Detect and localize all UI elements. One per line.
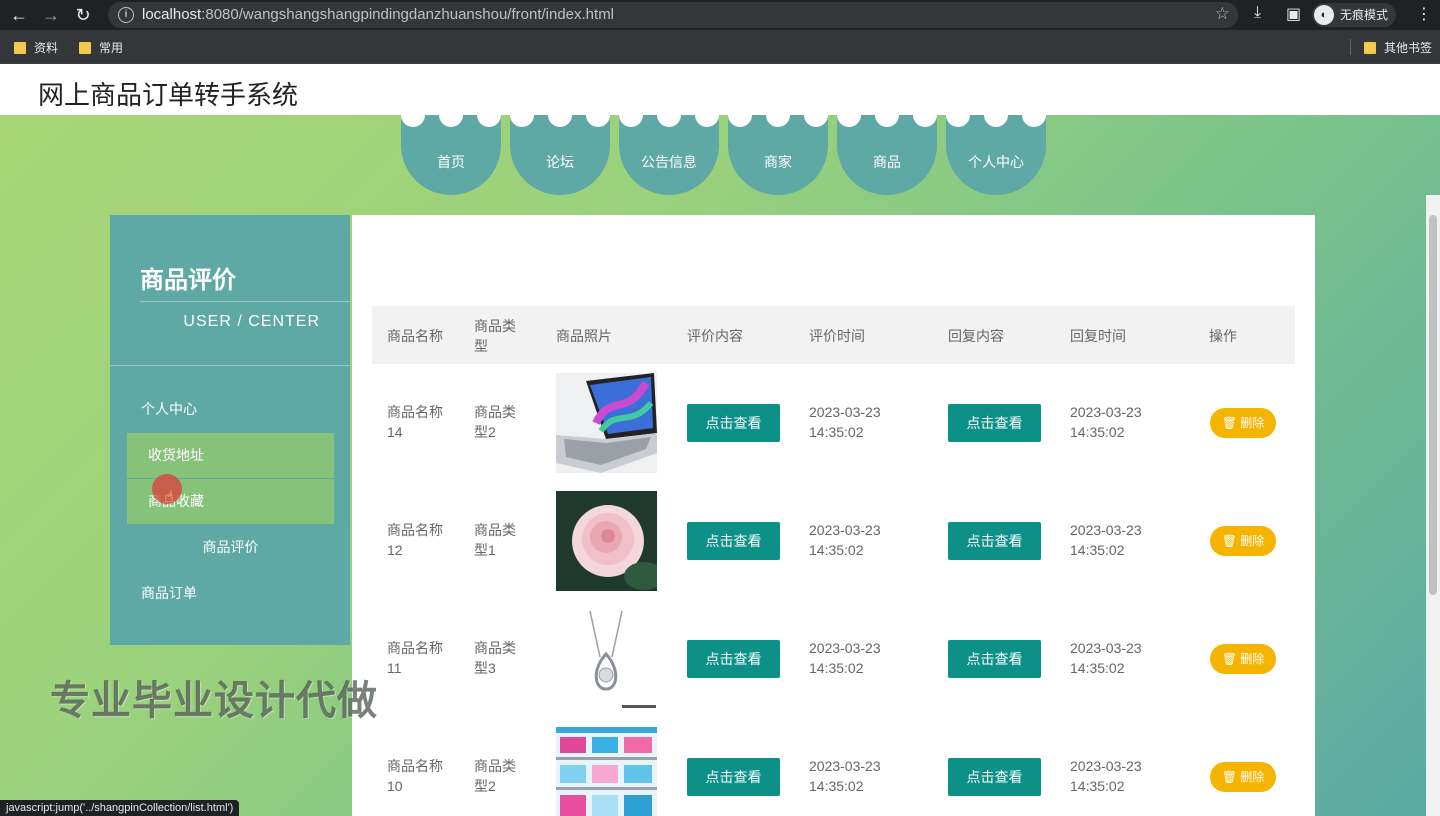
bookmark-folder-2[interactable]: 常用	[79, 39, 123, 56]
view-review-button[interactable]: 点击查看	[687, 758, 780, 796]
download-icon[interactable]: ⤓	[1254, 4, 1261, 22]
sidebar: 商品评价 USER / CENTER 个人中心 收货地址 商品收藏 商品评价 商…	[110, 215, 350, 645]
col-reply: 回复内容	[948, 328, 1004, 344]
sidebar-item-user-center[interactable]: 个人中心	[127, 387, 334, 432]
hand-cursor-icon: ☝	[164, 489, 174, 506]
sidebar-title: 商品评价	[140, 267, 236, 294]
incognito-label: 无痕模式	[1340, 8, 1389, 22]
view-review-button[interactable]: 点击查看	[687, 522, 780, 560]
product-photo-laptop	[556, 373, 657, 473]
site-header: 网上商品订单转手系统	[0, 65, 1440, 115]
col-reply-time: 回复时间	[1070, 328, 1126, 344]
reload-icon[interactable]: ↻	[72, 4, 94, 26]
delete-button[interactable]: 🗑 删除	[1210, 644, 1276, 674]
cell-reply-time: 2023-03-23 14:35:02	[1070, 404, 1142, 440]
back-arrow-icon[interactable]: ←	[8, 4, 30, 26]
page-scrollbar[interactable]	[1426, 195, 1440, 816]
site-title: 网上商品订单转手系统	[38, 80, 299, 110]
nav-product[interactable]: 商品	[837, 103, 937, 195]
table-row: 商品名称12 商品类型1 点击查看 2023-03-23 14:35:02 点击…	[372, 482, 1295, 600]
cell-time: 2023-03-23 14:35:02	[809, 522, 881, 558]
cell-time: 2023-03-23 14:35:02	[809, 404, 881, 440]
sidebar-subtitle: USER / CENTER	[183, 313, 320, 330]
trash-icon: 🗑	[1221, 770, 1241, 784]
menu-dots-icon[interactable]: ⋮	[1416, 4, 1432, 24]
address-bar[interactable]: i localhost:8080/wangshangshangpindingda…	[108, 2, 1238, 28]
content-panel: 商品名称 商品类型 商品照片 评价内容 评价时间 回复内容 回复时间 操作 商品…	[352, 215, 1315, 816]
col-name: 商品名称	[387, 328, 443, 344]
trash-icon: 🗑	[1221, 534, 1241, 548]
product-photo-shelf	[556, 727, 657, 816]
view-reply-button[interactable]: 点击查看	[948, 640, 1041, 678]
sidebar-item-address[interactable]: 收货地址	[127, 433, 334, 478]
table-row: 商品名称14 商品类型2 点击查看 2023-03-23 14:35:02 点击…	[372, 364, 1295, 482]
cell-time: 2023-03-23 14:35:02	[809, 640, 881, 676]
bookmark-folder-1[interactable]: 资料	[14, 39, 58, 56]
page: 网上商品订单转手系统 首页 论坛 公告信息 商家 商品 个人中心 商品评价 US…	[0, 65, 1440, 816]
cell-reply-time: 2023-03-23 14:35:02	[1070, 758, 1142, 794]
nav-home[interactable]: 首页	[401, 103, 501, 195]
main-nav: 首页 论坛 公告信息 商家 商品 个人中心	[401, 103, 1046, 195]
folder-icon	[14, 41, 26, 54]
col-action: 操作	[1209, 328, 1237, 344]
table-header: 商品名称 商品类型 商品照片 评价内容 评价时间 回复内容 回复时间 操作	[372, 306, 1295, 364]
table-row: 商品名称10 商品类型2 点击查看 2023-03-23 14:35:02 点击…	[372, 718, 1295, 816]
cell-type: 商品类型2	[474, 404, 516, 440]
product-photo-rose	[556, 491, 657, 591]
view-reply-button[interactable]: 点击查看	[948, 404, 1041, 442]
trash-icon: 🗑	[1221, 416, 1241, 430]
site-info-icon[interactable]: i	[118, 7, 134, 23]
sidebar-item-orders[interactable]: 商品订单	[127, 571, 334, 616]
delete-button[interactable]: 🗑 删除	[1210, 408, 1276, 438]
cell-time: 2023-03-23 14:35:02	[809, 758, 881, 794]
sidebar-item-reviews[interactable]: 商品评价	[127, 525, 334, 570]
view-reply-button[interactable]: 点击查看	[948, 522, 1041, 560]
col-time: 评价时间	[809, 328, 865, 344]
delete-button[interactable]: 🗑 删除	[1210, 762, 1276, 792]
incognito-icon: ◐	[1314, 5, 1334, 25]
incognito-badge[interactable]: ◐ 无痕模式	[1312, 3, 1397, 27]
cell-name: 商品名称11	[387, 640, 443, 676]
col-type: 商品类型	[474, 318, 516, 354]
product-photo-necklace	[556, 609, 657, 709]
nav-user-center[interactable]: 个人中心	[946, 103, 1046, 195]
cell-name: 商品名称12	[387, 522, 443, 558]
other-bookmarks[interactable]: 其他书签	[1364, 39, 1432, 56]
watermark-text: 专业毕业设计代做	[50, 679, 378, 723]
folder-icon	[79, 41, 91, 54]
cell-type: 商品类型2	[474, 758, 516, 794]
view-reply-button[interactable]: 点击查看	[948, 758, 1041, 796]
col-content: 评价内容	[687, 328, 743, 344]
status-bar: javascript:jump('../shangpinCollection/l…	[0, 800, 240, 816]
cell-name: 商品名称10	[387, 758, 443, 794]
scrollbar-thumb[interactable]	[1429, 215, 1437, 595]
side-panel-icon[interactable]: ▣	[1286, 4, 1301, 24]
view-review-button[interactable]: 点击查看	[687, 640, 780, 678]
nav-merchant[interactable]: 商家	[728, 103, 828, 195]
divider	[140, 301, 350, 302]
view-review-button[interactable]: 点击查看	[687, 404, 780, 442]
folder-icon	[1364, 41, 1376, 54]
bookmarks-bar: 资料 常用 其他书签	[0, 30, 1440, 64]
cell-reply-time: 2023-03-23 14:35:02	[1070, 640, 1142, 676]
url-text: localhost:8080/wangshangshangpindingdanz…	[142, 6, 615, 23]
nav-notice[interactable]: 公告信息	[619, 103, 719, 195]
delete-button[interactable]: 🗑 删除	[1210, 526, 1276, 556]
col-photo: 商品照片	[556, 328, 612, 344]
forward-arrow-icon[interactable]: →	[40, 4, 62, 26]
bookmark-separator	[1350, 39, 1351, 55]
nav-forum[interactable]: 论坛	[510, 103, 610, 195]
bookmark-star-icon[interactable]: ☆	[1215, 4, 1230, 24]
cell-type: 商品类型3	[474, 640, 516, 676]
cell-name: 商品名称14	[387, 404, 443, 440]
cell-reply-time: 2023-03-23 14:35:02	[1070, 522, 1142, 558]
cell-type: 商品类型1	[474, 522, 516, 558]
table-row: 商品名称11 商品类型3 点击查看 2023-03-23 14:35:02 点击…	[372, 600, 1295, 718]
browser-toolbar: ← → ↻ i localhost:8080/wangshangshangpin…	[0, 0, 1440, 30]
reviews-table: 商品名称 商品类型 商品照片 评价内容 评价时间 回复内容 回复时间 操作 商品…	[372, 306, 1295, 816]
trash-icon: 🗑	[1221, 652, 1241, 666]
divider	[110, 365, 350, 366]
